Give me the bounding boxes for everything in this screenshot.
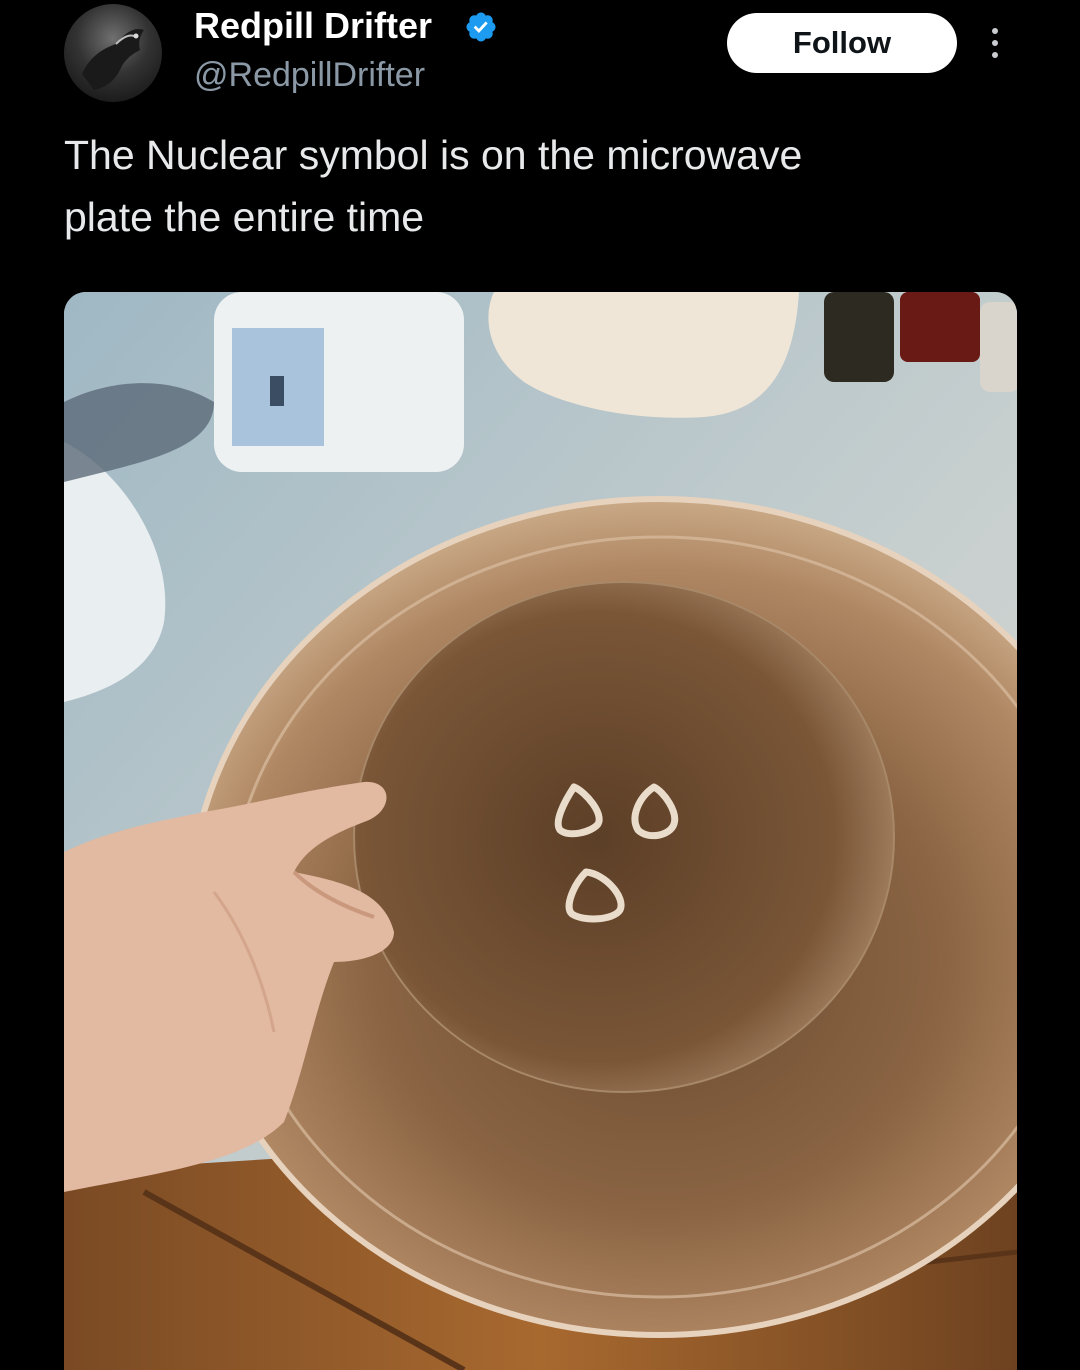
post-text-line: The Nuclear symbol is on the microwave — [64, 132, 803, 178]
more-dot — [992, 28, 998, 34]
post-photo[interactable] — [64, 292, 1017, 1370]
more-vertical-icon[interactable] — [980, 18, 1010, 68]
more-dot — [992, 52, 998, 58]
more-dot — [992, 40, 998, 46]
post-header: Redpill Drifter @RedpillDrifter Follow — [0, 0, 1080, 110]
verified-badge-icon — [466, 12, 496, 42]
post-text: The Nuclear symbol is on the microwave p… — [64, 124, 1024, 248]
author-display-name[interactable]: Redpill Drifter — [194, 4, 432, 48]
avatar[interactable] — [64, 4, 162, 102]
avatar-image — [82, 28, 144, 90]
follow-button[interactable]: Follow — [727, 13, 957, 73]
author-handle[interactable]: @RedpillDrifter — [194, 54, 425, 96]
post-text-line: plate the entire time — [64, 194, 425, 240]
microwave-plate-photo — [64, 292, 1017, 1370]
